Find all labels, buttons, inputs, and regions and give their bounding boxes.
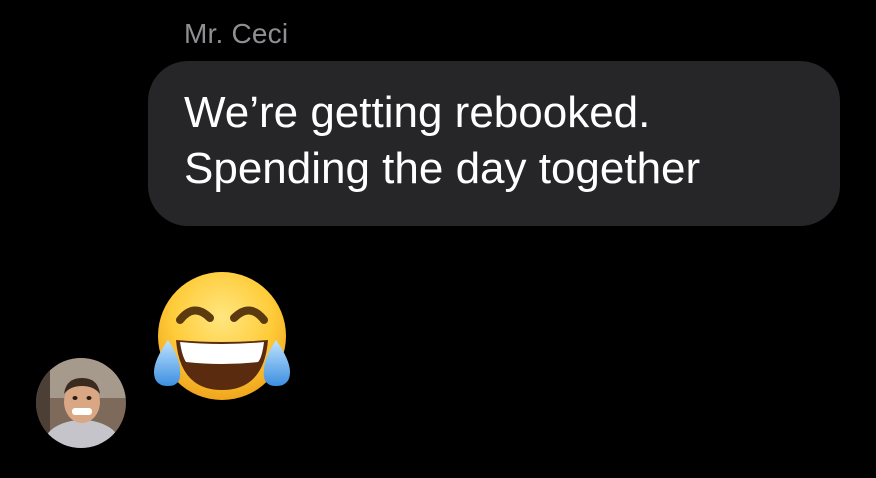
- message-bubble[interactable]: We’re getting rebooked. Spending the day…: [148, 61, 840, 226]
- contact-avatar[interactable]: [36, 358, 126, 448]
- contact-avatar-photo: [36, 358, 126, 448]
- sender-name: Mr. Ceci: [184, 18, 289, 49]
- face-with-tears-of-joy-icon: [154, 272, 290, 400]
- message-text-line-1: We’re getting rebooked.: [184, 88, 651, 137]
- emoji-message[interactable]: [150, 268, 295, 408]
- message-thread: Mr. Ceci We’re getting rebooked. Spendin…: [0, 0, 876, 478]
- message-text-line-2: Spending the day together: [184, 144, 701, 193]
